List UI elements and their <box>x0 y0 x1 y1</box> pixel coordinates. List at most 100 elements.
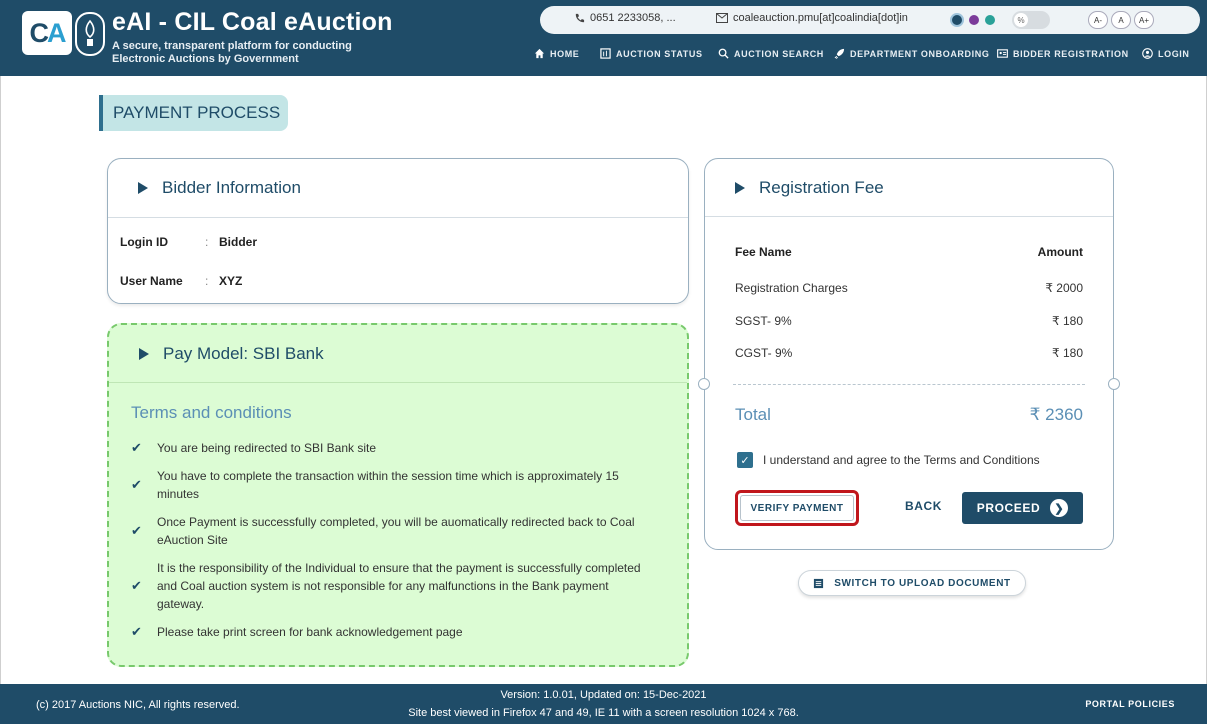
fee-name: SGST- 9% <box>735 314 792 328</box>
nav-auction-search[interactable]: AUCTION SEARCH <box>718 48 824 59</box>
dashed-divider <box>733 384 1085 385</box>
terms-title: Terms and conditions <box>131 403 292 422</box>
id-card-icon <box>997 49 1008 58</box>
total-row: Total ₹ 2360 <box>735 405 1083 425</box>
rocket-icon <box>834 48 845 59</box>
registration-fee-heading: Registration Fee <box>759 178 884 197</box>
user-name-label: User Name <box>120 274 183 288</box>
check-icon: ✔ <box>131 440 142 455</box>
divider <box>109 382 687 383</box>
fee-amount: ₹ 2000 <box>1045 281 1083 295</box>
fee-row: CGST- 9% ₹ 180 <box>735 346 1083 360</box>
fee-table-header: Fee Name Amount <box>735 245 1083 259</box>
check-icon: ✔ <box>131 578 142 593</box>
terms-item-text: Please take print screen for bank acknow… <box>157 625 463 639</box>
terms-item-text: Once Payment is successfully completed, … <box>157 515 635 547</box>
contrast-toggle[interactable]: % <box>1012 11 1050 29</box>
user-name-value: XYZ <box>219 274 243 288</box>
info-bar: 0651 2233058, ... coaleauction.pmu[at]co… <box>540 6 1200 34</box>
site-footer: (c) 2017 Auctions NIC, All rights reserv… <box>0 684 1207 724</box>
total-label: Total <box>735 405 771 424</box>
ca-logo[interactable]: CA <box>22 11 72 55</box>
phone-icon <box>575 13 585 22</box>
nav-home[interactable]: HOME <box>534 48 579 59</box>
site-title: eAI - CIL Coal eAuction <box>112 8 393 36</box>
triangle-right-icon <box>735 182 745 194</box>
email-contact[interactable]: coaleauction.pmu[at]coalindia[dot]in <box>716 12 908 24</box>
check-icon: ✔ <box>131 477 142 492</box>
font-decrease-button[interactable]: A- <box>1088 11 1108 29</box>
pay-model-header: Pay Model: SBI Bank <box>109 343 687 365</box>
phone-number: 0651 2233058, ... <box>590 12 676 24</box>
logo-letter-c: C <box>29 17 49 48</box>
logo-letter-a: A <box>47 17 66 48</box>
ticket-notch-right <box>1108 378 1120 390</box>
user-circle-icon <box>1142 48 1153 59</box>
bidder-information-card: Bidder Information Login ID : Bidder Use… <box>107 158 689 304</box>
fee-name: Registration Charges <box>735 281 848 295</box>
agree-label: I understand and agree to the Terms and … <box>763 453 1040 467</box>
nav-login-label: LOGIN <box>1158 48 1190 59</box>
back-button[interactable]: BACK <box>905 499 942 513</box>
nav-department-onboarding-label: DEPARTMENT ONBOARDING <box>850 48 990 59</box>
terms-item: ✔ Please take print screen for bank ackn… <box>131 623 651 641</box>
percent-icon: % <box>1014 13 1028 27</box>
nav-auction-search-label: AUCTION SEARCH <box>734 48 824 59</box>
login-id-label: Login ID <box>120 235 168 249</box>
fee-amount: ₹ 180 <box>1052 346 1083 360</box>
divider <box>705 216 1113 217</box>
fee-name: CGST- 9% <box>735 346 793 360</box>
agree-checkbox[interactable]: ✓ <box>737 452 753 468</box>
terms-item: ✔ You have to complete the transaction w… <box>131 467 651 503</box>
terms-item-text: You have to complete the transaction wit… <box>157 469 619 501</box>
fee-row: SGST- 9% ₹ 180 <box>735 314 1083 328</box>
status-board-icon <box>600 48 611 59</box>
search-icon <box>718 48 729 59</box>
theme-dot-blue[interactable] <box>950 13 964 27</box>
switch-upload-label: SWITCH TO UPLOAD DOCUMENT <box>834 577 1011 589</box>
total-value: ₹ 2360 <box>1029 405 1083 424</box>
site-header: CA eAI - CIL Coal eAuction A secure, tra… <box>0 0 1207 76</box>
nav-auction-status[interactable]: AUCTION STATUS <box>600 48 703 59</box>
ticket-notch-left <box>698 378 710 390</box>
divider <box>108 217 688 218</box>
font-increase-button[interactable]: A+ <box>1134 11 1154 29</box>
amount-column-header: Amount <box>1037 245 1083 259</box>
verify-payment-button[interactable]: VERIFY PAYMENT <box>740 495 854 521</box>
arrow-right-circle-icon: ❯ <box>1050 499 1069 517</box>
verify-payment-highlight: VERIFY PAYMENT <box>735 490 859 526</box>
terms-item: ✔ Once Payment is successfully completed… <box>131 513 651 549</box>
nav-department-onboarding[interactable]: DEPARTMENT ONBOARDING <box>834 48 989 59</box>
version-text: Version: 1.0.01, Updated on: 15-Dec-2021 <box>500 689 707 701</box>
proceed-button[interactable]: PROCEED ❯ <box>962 492 1083 524</box>
page-title: PAYMENT PROCESS <box>99 95 288 131</box>
document-list-icon <box>814 578 824 588</box>
switch-to-upload-document-button[interactable]: SWITCH TO UPLOAD DOCUMENT <box>798 570 1026 596</box>
nav-auction-status-label: AUCTION STATUS <box>616 48 703 59</box>
triangle-right-icon <box>138 182 148 194</box>
nav-login[interactable]: LOGIN <box>1142 48 1190 59</box>
nav-bidder-registration-label: BIDDER REGISTRATION <box>1013 48 1129 59</box>
email-address: coaleauction.pmu[at]coalindia[dot]in <box>733 12 908 24</box>
bidder-info-heading: Bidder Information <box>162 178 301 197</box>
theme-dot-teal[interactable] <box>985 15 995 25</box>
terms-item: ✔ You are being redirected to SBI Bank s… <box>131 439 651 457</box>
nav-home-label: HOME <box>550 48 580 59</box>
check-icon: ✔ <box>131 523 142 538</box>
theme-dot-purple[interactable] <box>969 15 979 25</box>
login-id-separator: : <box>205 235 209 249</box>
portal-policies-link[interactable]: PORTAL POLICIES <box>1085 699 1175 709</box>
site-subtitle: A secure, transparent platform for condu… <box>112 40 352 65</box>
font-normal-button[interactable]: A <box>1111 11 1131 29</box>
proceed-label: PROCEED <box>976 501 1041 515</box>
coal-india-emblem-icon <box>75 12 105 56</box>
user-name-separator: : <box>205 274 209 288</box>
fee-name-column-header: Fee Name <box>735 245 792 259</box>
bidder-info-header: Bidder Information <box>108 177 688 199</box>
triangle-right-icon <box>139 348 149 360</box>
terms-item-text: You are being redirected to SBI Bank sit… <box>157 441 377 455</box>
login-id-value: Bidder <box>219 235 258 249</box>
nav-bidder-registration[interactable]: BIDDER REGISTRATION <box>997 48 1129 59</box>
phone-contact[interactable]: 0651 2233058, ... <box>574 12 676 24</box>
home-icon <box>534 48 545 59</box>
